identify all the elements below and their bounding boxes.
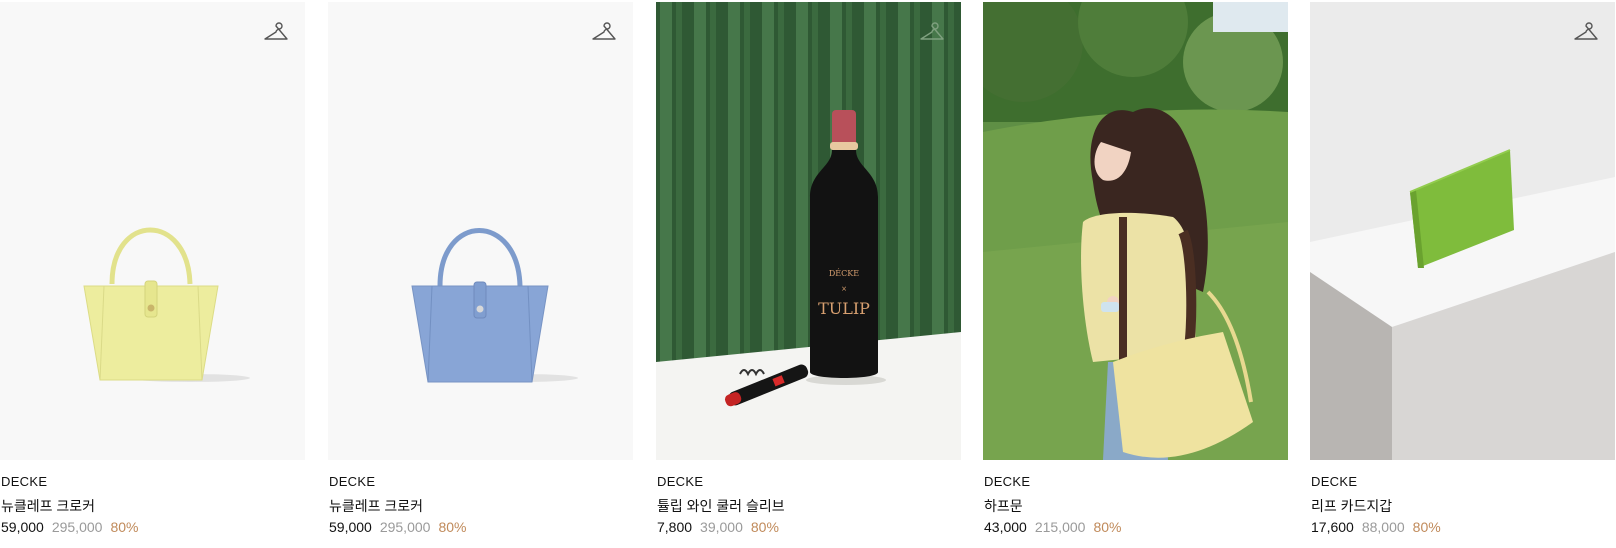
hanger-icon[interactable] xyxy=(263,20,289,44)
product-name[interactable]: 하프문 xyxy=(984,496,1023,516)
blue-tote-bag-image xyxy=(328,2,633,460)
original-price: 295,000 xyxy=(51,519,103,535)
product-prices: 59,000 295,000 80% xyxy=(329,519,466,535)
discount-rate: 80% xyxy=(1412,519,1441,535)
wine-cooler-sleeve-image: DÉCKE × TULIP xyxy=(656,2,961,460)
product-brand: DECKE xyxy=(1,474,48,489)
product-prices: 7,800 39,000 80% xyxy=(657,519,779,535)
product-card[interactable]: DECKE 하프문 43,000 215,000 80% xyxy=(983,0,1288,548)
product-name[interactable]: 뉴클레프 크로커 xyxy=(1,496,95,516)
product-image-yellow-tote[interactable] xyxy=(0,2,305,460)
sale-price: 59,000 xyxy=(329,519,372,535)
sale-price: 7,800 xyxy=(657,519,693,535)
product-name[interactable]: 리프 카드지갑 xyxy=(1311,496,1392,516)
product-brand: DECKE xyxy=(657,474,704,489)
discount-rate: 80% xyxy=(750,519,779,535)
product-card[interactable]: DECKE 리프 카드지갑 17,600 88,000 80% xyxy=(1310,0,1615,548)
discount-rate: 80% xyxy=(110,519,139,535)
product-card[interactable]: DÉCKE × TULIP DECKE 튤립 와인 쿨러 슬리브 7,800 39… xyxy=(656,0,961,548)
sleeve-brand-mark: DÉCKE xyxy=(829,269,859,278)
sale-price: 17,600 xyxy=(1311,519,1354,535)
discount-rate: 80% xyxy=(1093,519,1122,535)
product-prices: 59,000 295,000 80% xyxy=(1,519,138,535)
sleeve-x-mark: × xyxy=(841,285,847,293)
product-card[interactable]: DECKE 뉴클레프 크로커 59,000 295,000 80% xyxy=(328,0,633,548)
product-brand: DECKE xyxy=(984,474,1031,489)
product-prices: 17,600 88,000 80% xyxy=(1311,519,1441,535)
product-name[interactable]: 튤립 와인 쿨러 슬리브 xyxy=(657,496,785,516)
sale-price: 59,000 xyxy=(1,519,44,535)
original-price: 88,000 xyxy=(1361,519,1405,535)
original-price: 295,000 xyxy=(379,519,431,535)
product-grid: DECKE 뉴클레프 크로커 59,000 295,000 80% DECKE … xyxy=(0,0,1616,548)
original-price: 39,000 xyxy=(700,519,743,535)
yellow-tote-bag-image xyxy=(0,2,305,460)
original-price: 215,000 xyxy=(1034,519,1086,535)
product-name[interactable]: 뉴클레프 크로커 xyxy=(329,496,423,516)
hanger-icon[interactable] xyxy=(919,20,945,44)
product-image-card-wallet[interactable] xyxy=(1310,2,1615,460)
hanger-icon[interactable] xyxy=(591,20,617,44)
product-prices: 43,000 215,000 80% xyxy=(984,519,1121,535)
sleeve-collab-mark: TULIP xyxy=(818,299,870,318)
green-card-wallet-image xyxy=(1310,2,1615,460)
hanger-icon[interactable] xyxy=(1573,20,1599,44)
product-brand: DECKE xyxy=(329,474,376,489)
model-halfmoon-bag-image xyxy=(983,2,1288,460)
product-card[interactable]: DECKE 뉴클레프 크로커 59,000 295,000 80% xyxy=(0,0,305,548)
sale-price: 43,000 xyxy=(984,519,1027,535)
discount-rate: 80% xyxy=(438,519,467,535)
product-brand: DECKE xyxy=(1311,474,1358,489)
product-image-wine-sleeve[interactable]: DÉCKE × TULIP xyxy=(656,2,961,460)
product-image-blue-tote[interactable] xyxy=(328,2,633,460)
product-image-halfmoon[interactable] xyxy=(983,2,1288,460)
